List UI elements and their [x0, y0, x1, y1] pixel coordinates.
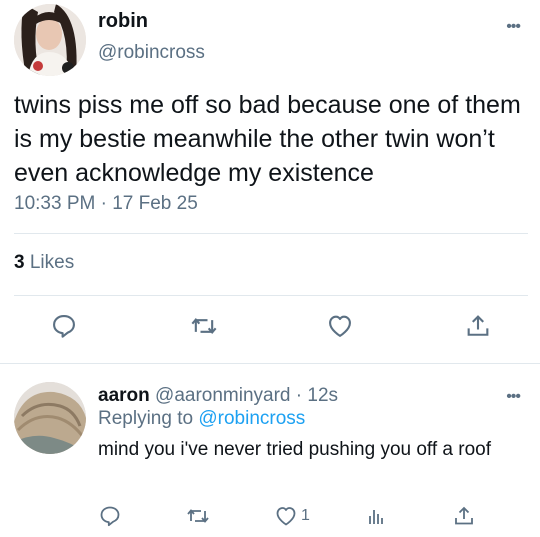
timestamp[interactable]: 10:33 PM · 17 Feb 25: [14, 193, 198, 215]
share-button[interactable]: [460, 308, 496, 344]
likes-label: Likes: [29, 252, 75, 273]
analytics-icon: [369, 510, 383, 524]
reply-avatar[interactable]: [14, 382, 86, 454]
retweet-button[interactable]: [186, 502, 210, 530]
reply-button[interactable]: [98, 502, 122, 530]
reply-display-name[interactable]: aaron: [98, 385, 150, 406]
like-button[interactable]: 1: [274, 502, 310, 530]
tweet-text: twins piss me off so bad because one of …: [14, 91, 521, 187]
more-options-icon[interactable]: •••: [506, 388, 521, 406]
retweet-icon: [187, 509, 209, 523]
share-icon: [455, 506, 473, 525]
like-icon: [276, 507, 296, 526]
reply-icon: [53, 315, 75, 338]
retweet-icon: [191, 317, 217, 335]
reply-icon: [100, 506, 120, 527]
like-icon: [329, 315, 351, 337]
handle[interactable]: @robincross: [98, 42, 205, 64]
like-button[interactable]: [322, 308, 358, 344]
divider: [14, 233, 528, 234]
reply-action-bar: 1: [0, 502, 540, 532]
display-name[interactable]: robin: [98, 10, 148, 33]
avatar[interactable]: [14, 4, 86, 76]
reply-button[interactable]: [46, 308, 82, 344]
analytics-button[interactable]: [364, 502, 388, 530]
reply-tweet[interactable]: aaron @aaronminyard · 12s ••• Replying t…: [0, 364, 540, 537]
main-tweet: robin @robincross ••• twins piss me off …: [0, 0, 540, 363]
likes-count[interactable]: 3 Likes: [14, 252, 74, 274]
avatar-image: [14, 4, 86, 76]
replying-prefix: Replying to: [98, 408, 194, 429]
retweet-button[interactable]: [186, 308, 222, 344]
reply-handle-time[interactable]: @aaronminyard · 12s: [155, 385, 338, 406]
action-bar: [0, 308, 540, 350]
likes-number: 3: [14, 252, 25, 273]
mention-link[interactable]: @robincross: [198, 408, 305, 429]
more-options-icon[interactable]: •••: [506, 18, 521, 36]
share-button[interactable]: [452, 502, 476, 530]
share-icon: [467, 315, 489, 336]
avatar-image: [14, 382, 86, 454]
reply-header: aaron @aaronminyard · 12s: [98, 385, 338, 407]
like-count: 1: [301, 507, 310, 524]
divider: [14, 295, 528, 296]
reply-text: mind you i've never tried pushing you of…: [98, 439, 492, 460]
replying-to: Replying to @robincross: [98, 408, 305, 430]
